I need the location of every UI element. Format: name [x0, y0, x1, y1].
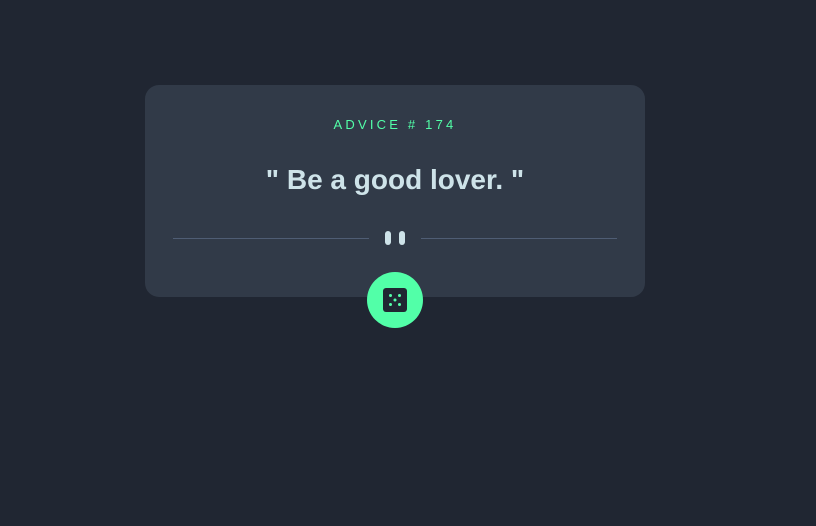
advice-card: ADVICE # 174 " Be a good lover. " [145, 85, 645, 297]
pause-bar-right [399, 231, 405, 245]
advice-quote: " Be a good lover. " [265, 164, 525, 195]
divider-line-right [421, 237, 617, 239]
pattern-divider [173, 231, 617, 245]
new-advice-button[interactable] [367, 272, 423, 328]
advice-number: ADVICE # 174 [333, 117, 457, 132]
dice-icon [383, 288, 407, 312]
pause-bar-left [385, 231, 391, 245]
divider-line-left [173, 237, 369, 239]
